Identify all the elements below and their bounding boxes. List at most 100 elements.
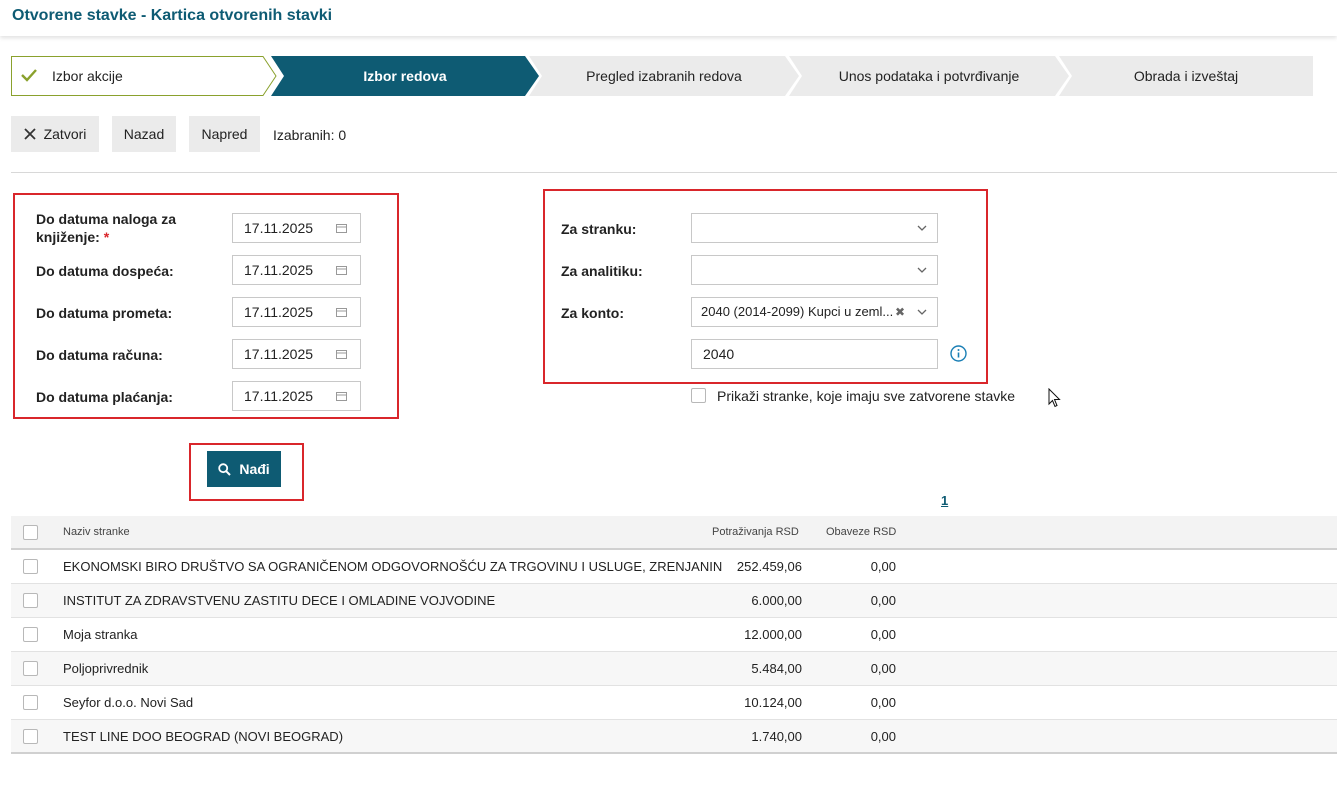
cell-receivables: 10.124,00 (744, 695, 802, 710)
search-icon (218, 462, 232, 476)
cell-name: TEST LINE DOO BEOGRAD (NOVI BEOGRAD) (63, 729, 344, 744)
cell-name: INSTITUT ZA ZDRAVSTVENU ZASTITU DECE I O… (63, 593, 496, 608)
wizard-step-label: Obrada i izveštaj (1133, 68, 1239, 84)
table-row[interactable]: TEST LINE DOO BEOGRAD (NOVI BEOGRAD) 1.74… (11, 720, 1337, 754)
back-button[interactable]: Nazad (112, 116, 176, 152)
wizard-step-review-rows[interactable]: Pregled izabranih redova (529, 56, 799, 96)
row-checkbox[interactable] (23, 559, 38, 574)
turnover-date-label: Do datuma prometa: (36, 305, 173, 321)
select-all-checkbox[interactable] (23, 525, 38, 540)
cell-name: Seyfor d.o.o. Novi Sad (63, 695, 194, 710)
cell-payables: 0,00 (870, 627, 896, 642)
chevron-down-icon (917, 225, 927, 231)
wizard-step-label: Izbor redova (363, 68, 447, 84)
selected-count: Izabranih: 0 (273, 127, 347, 143)
payment-date-label: Do datuma plaćanja: (36, 389, 173, 405)
search-button-label: Nađi (239, 461, 270, 477)
invoice-date-input[interactable]: 17.11.2025 (232, 339, 361, 369)
page-link[interactable]: 1 (941, 493, 948, 508)
table-row[interactable]: INSTITUT ZA ZDRAVSTVENU ZASTITU DECE I O… (11, 584, 1337, 618)
show-closed-label: Prikaži stranke, koje imaju sve zatvoren… (717, 388, 1016, 404)
table-header: Naziv stranke Potraživanja RSD Obaveze R… (11, 516, 1337, 550)
search-button[interactable]: Nađi (207, 451, 281, 487)
cell-name: EKONOMSKI BIRO DRUŠTVO SA OGRANIČENOM OD… (63, 559, 723, 574)
row-checkbox[interactable] (23, 729, 38, 744)
posting-date-label: Do datuma naloga za knjiženje: * (36, 210, 176, 246)
wizard-step-enter-data[interactable]: Unos podataka i potvrđivanje (789, 56, 1069, 96)
due-date-label: Do datuma dospeća: (36, 263, 174, 279)
calendar-icon[interactable] (336, 223, 347, 233)
cell-receivables: 6.000,00 (751, 593, 802, 608)
calendar-icon[interactable] (336, 265, 347, 275)
posting-date-label-line1: Do datuma naloga za (36, 211, 177, 227)
wizard-step-select-rows[interactable]: Izbor redova (271, 56, 539, 96)
turnover-date-input[interactable]: 17.11.2025 (232, 297, 361, 327)
chevron-down-icon (917, 267, 927, 273)
page-header: Otvorene stavke - Kartica otvorenih stav… (0, 0, 1337, 36)
header-name[interactable]: Naziv stranke (63, 526, 130, 538)
table-row[interactable]: Poljoprivrednik 5.484,00 0,00 (11, 652, 1337, 686)
cell-receivables: 1.740,00 (751, 729, 802, 744)
cell-payables: 0,00 (870, 729, 896, 744)
calendar-icon[interactable] (336, 391, 347, 401)
cell-payables: 0,00 (870, 593, 896, 608)
turnover-date-value: 17.11.2025 (244, 304, 314, 320)
cell-name: Moja stranka (63, 627, 138, 642)
due-date-value: 17.11.2025 (244, 262, 314, 278)
cell-receivables: 252.459,06 (736, 559, 802, 574)
posting-date-input[interactable]: 17.11.2025 (232, 213, 361, 243)
table-row[interactable]: Moja stranka 12.000,00 0,00 (11, 618, 1337, 652)
account-value: 2040 (2014-2099) Kupci u zeml... (701, 304, 894, 319)
close-button-label: Zatvori (43, 126, 87, 142)
payment-date-input[interactable]: 17.11.2025 (232, 381, 361, 411)
cell-payables: 0,00 (870, 695, 896, 710)
wizard-step-select-action[interactable]: Izbor akcije (11, 56, 277, 96)
wizard-step-label: Unos podataka i potvrđivanje (838, 68, 1020, 84)
row-checkbox[interactable] (23, 661, 38, 676)
cell-name: Poljoprivrednik (63, 661, 149, 676)
row-checkbox[interactable] (23, 627, 38, 642)
calendar-icon[interactable] (336, 349, 347, 359)
info-icon[interactable] (950, 345, 967, 362)
row-checkbox[interactable] (23, 695, 38, 710)
invoice-date-label: Do datuma računa: (36, 347, 163, 363)
clear-icon[interactable]: ✖ (895, 298, 905, 326)
mouse-cursor-icon (1048, 388, 1061, 408)
party-select[interactable] (691, 213, 938, 243)
show-closed-checkbox[interactable] (691, 388, 706, 403)
cell-payables: 0,00 (870, 559, 896, 574)
cell-payables: 0,00 (870, 661, 896, 676)
calendar-icon[interactable] (336, 307, 347, 317)
invoice-date-value: 17.11.2025 (244, 346, 314, 362)
account-label: Za konto: (561, 305, 624, 321)
party-label: Za stranku: (561, 221, 637, 237)
divider (11, 172, 1337, 173)
header-payables[interactable]: Obaveze RSD (826, 526, 896, 538)
wizard-steps: Izbor akcije Izbor redova Pregled izabra… (11, 56, 1313, 96)
due-date-input[interactable]: 17.11.2025 (232, 255, 361, 285)
next-button[interactable]: Napred (189, 116, 260, 152)
close-icon (23, 128, 36, 140)
wizard-step-processing-report[interactable]: Obrada i izveštaj (1059, 56, 1313, 96)
analytics-label: Za analitiku: (561, 263, 643, 279)
table-body: EKONOMSKI BIRO DRUŠTVO SA OGRANIČENOM OD… (11, 550, 1337, 754)
chevron-down-icon (917, 309, 927, 315)
header-receivables[interactable]: Potraživanja RSD (712, 526, 799, 538)
table-row[interactable]: EKONOMSKI BIRO DRUŠTVO SA OGRANIČENOM OD… (11, 550, 1337, 584)
analytics-select[interactable] (691, 255, 938, 285)
required-marker: * (103, 229, 110, 245)
table-row[interactable]: Seyfor d.o.o. Novi Sad 10.124,00 0,00 (11, 686, 1337, 720)
page-title: Otvorene stavke - Kartica otvorenih stav… (12, 7, 333, 24)
check-icon (21, 69, 37, 82)
wizard-step-label: Izbor akcije (52, 68, 123, 84)
wizard-step-label: Pregled izabranih redova (586, 68, 742, 84)
account-code-input[interactable]: 2040 (691, 339, 938, 369)
close-button[interactable]: Zatvori (11, 116, 99, 152)
posting-date-label-line2: knjiženje: (36, 229, 100, 245)
payment-date-value: 17.11.2025 (244, 388, 314, 404)
cell-receivables: 12.000,00 (744, 627, 802, 642)
account-select[interactable]: 2040 (2014-2099) Kupci u zeml... ✖ (691, 297, 938, 327)
posting-date-value: 17.11.2025 (244, 220, 314, 236)
parties-table: Naziv stranke Potraživanja RSD Obaveze R… (11, 516, 1337, 754)
row-checkbox[interactable] (23, 593, 38, 608)
